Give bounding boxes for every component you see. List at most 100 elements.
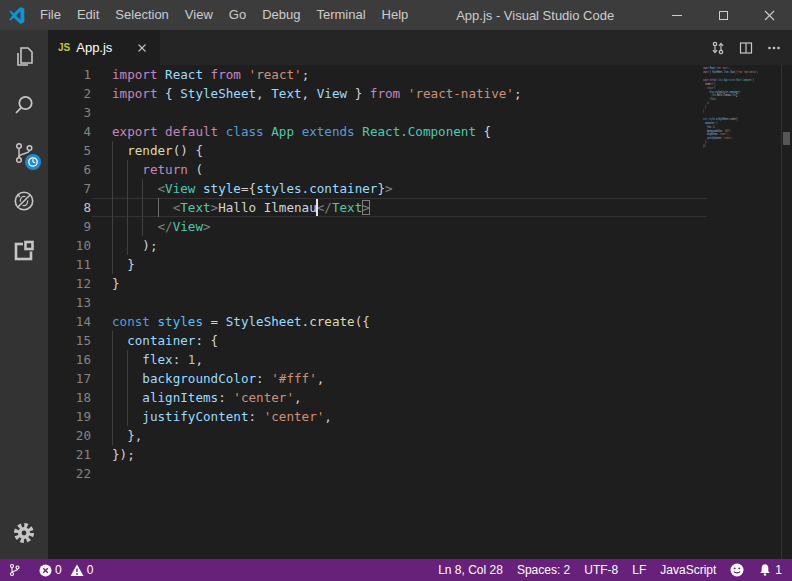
maximize-button[interactable] [700, 0, 746, 30]
code-line-15[interactable]: 15 container: { [48, 331, 792, 350]
line-number: 18 [48, 388, 91, 407]
tab-close-button[interactable] [138, 44, 146, 52]
window-title: App.js - Visual Studio Code [416, 8, 654, 23]
code-line-16[interactable]: 16 flex: 1, [48, 350, 792, 369]
line-number: 1 [48, 65, 91, 84]
line-number: 16 [48, 350, 91, 369]
menu-terminal[interactable]: Terminal [308, 0, 373, 30]
settings-button[interactable] [0, 509, 48, 557]
minimap[interactable]: import React from 'react';import { Style… [703, 66, 781, 152]
code-line-9[interactable]: 9 </View> [48, 217, 792, 236]
tab-close-icon [138, 44, 146, 52]
tab-label: App.js [76, 40, 112, 55]
menu-file[interactable]: File [32, 0, 69, 30]
split-editor-icon [738, 40, 754, 56]
line-number: 14 [48, 312, 91, 331]
line-number: 22 [48, 464, 91, 483]
activity-bar [0, 30, 48, 559]
more-actions-button[interactable] [764, 38, 784, 58]
code-line-21[interactable]: 21}); [48, 445, 792, 464]
status-bar: 0 0 Ln 8, Col 28 Spaces: 2 UTF-8 LF JavaScri… [0, 559, 792, 581]
sidebar-item-debug[interactable] [0, 177, 48, 225]
line-number: 13 [48, 293, 91, 312]
code-line-12[interactable]: 12} [48, 274, 792, 293]
menu-selection[interactable]: Selection [107, 0, 176, 30]
sidebar-item-search[interactable] [0, 81, 48, 129]
code-line-13[interactable]: 13 [48, 293, 792, 312]
menu-go[interactable]: Go [221, 0, 254, 30]
feedback-button[interactable] [730, 563, 744, 577]
code-line-10[interactable]: 10 ); [48, 236, 792, 255]
close-icon [764, 10, 775, 21]
code-line-22[interactable]: 22 [48, 464, 792, 483]
line-number: 17 [48, 369, 91, 388]
explorer-icon [11, 44, 37, 70]
sidebar-item-extensions[interactable] [0, 225, 48, 273]
sync-badge-clock-icon [25, 154, 41, 170]
minimize-button[interactable] [654, 0, 700, 30]
code-line-18[interactable]: 18 alignItems: 'center', [48, 388, 792, 407]
smiley-icon [730, 563, 744, 577]
code-line-17[interactable]: 17 backgroundColor: '#fff', [48, 369, 792, 388]
bell-icon [758, 563, 772, 577]
code-line-4[interactable]: 4export default class App extends React.… [48, 122, 792, 141]
sidebar-item-source-control[interactable] [0, 129, 48, 177]
status-item-lf[interactable]: LF [632, 563, 646, 577]
extensions-icon [11, 236, 37, 262]
code-line-11[interactable]: 11 } [48, 255, 792, 274]
code-line-3[interactable]: 3 [48, 103, 792, 122]
line-number: 21 [48, 445, 91, 464]
notification-count: 1 [775, 563, 782, 577]
warning-count: 0 [87, 563, 94, 577]
code-line-20[interactable]: 20 }, [48, 426, 792, 445]
status-right: Ln 8, Col 28 Spaces: 2 UTF-8 LF JavaScript 1 [438, 563, 792, 577]
more-actions-icon [766, 40, 782, 56]
scrollbar-thumb[interactable] [783, 132, 790, 145]
close-button[interactable] [746, 0, 792, 30]
status-item-utf-8[interactable]: UTF-8 [584, 563, 618, 577]
minimize-icon [672, 15, 682, 16]
code-lines: 1import React from 'react';2import { Sty… [48, 65, 792, 483]
menu-edit[interactable]: Edit [69, 0, 107, 30]
line-number: 6 [48, 160, 91, 179]
notifications-button[interactable]: 1 [758, 563, 782, 577]
code-line-6[interactable]: 6 return ( [48, 160, 792, 179]
error-icon [39, 564, 52, 577]
line-number: 9 [48, 217, 91, 236]
editor-actions [708, 38, 792, 58]
sidebar-item-explorer[interactable] [0, 33, 48, 81]
problems-button[interactable]: 0 0 [39, 563, 93, 577]
editor[interactable]: 1import React from 'react';2import { Sty… [48, 65, 792, 559]
status-item-spaces-2[interactable]: Spaces: 2 [517, 563, 570, 577]
menu-help[interactable]: Help [374, 0, 417, 30]
git-branch-button[interactable] [8, 563, 21, 577]
open-changes-button[interactable] [708, 38, 728, 58]
code-line-19[interactable]: 19 justifyContent: 'center', [48, 407, 792, 426]
line-number: 5 [48, 141, 91, 160]
maximize-icon [719, 11, 728, 20]
code-line-7[interactable]: 7 <View style={styles.container}> [48, 179, 792, 198]
menu-debug[interactable]: Debug [254, 0, 308, 30]
vscode-window: FileEditSelectionViewGoDebugTerminalHelp… [0, 0, 792, 581]
line-number: 3 [48, 103, 91, 122]
status-left: 0 0 [0, 563, 93, 577]
code-line-5[interactable]: 5 render() { [48, 141, 792, 160]
code-line-1[interactable]: 1import React from 'react'; [48, 65, 792, 84]
menu-view[interactable]: View [177, 0, 221, 30]
js-file-icon: JS [58, 42, 70, 53]
code-line-14[interactable]: 14const styles = StyleSheet.create({ [48, 312, 792, 331]
status-item-javascript[interactable]: JavaScript [660, 563, 716, 577]
line-number: 4 [48, 122, 91, 141]
line-number: 12 [48, 274, 91, 293]
gear-icon [11, 520, 37, 546]
error-count: 0 [55, 563, 62, 577]
line-number: 10 [48, 236, 91, 255]
code-line-2[interactable]: 2import { StyleSheet, Text, View } from … [48, 84, 792, 103]
code-line-8[interactable]: 8 <Text>Hallo Ilmenau</Text> [48, 198, 792, 217]
warning-icon [70, 564, 84, 577]
line-number: 20 [48, 426, 91, 445]
line-number: 8 [48, 198, 91, 217]
status-item-ln-8-col-28[interactable]: Ln 8, Col 28 [438, 563, 503, 577]
split-editor-button[interactable] [736, 38, 756, 58]
tab-appjs[interactable]: JS App.js [48, 30, 160, 65]
